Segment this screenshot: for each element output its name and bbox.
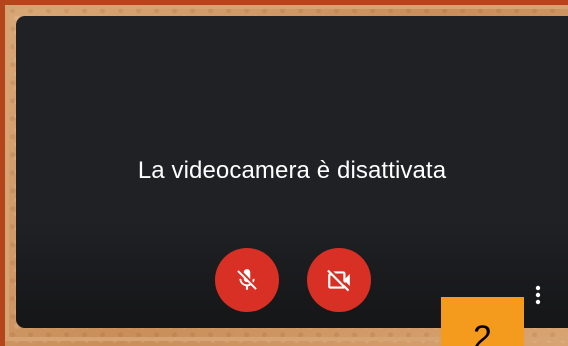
more-options-button[interactable] [530, 284, 546, 310]
mute-microphone-button[interactable] [215, 248, 279, 312]
video-tile: La videocamera è disattivata [16, 16, 568, 328]
camera-off-message: La videocamera è disattivata [137, 157, 447, 184]
mic-off-icon [234, 267, 260, 293]
annotation-number: 2 [473, 319, 492, 346]
videocam-off-icon [326, 267, 352, 293]
turn-on-camera-button[interactable] [307, 248, 371, 312]
more-vert-icon [535, 285, 541, 310]
annotation-badge: 2 [441, 297, 524, 346]
